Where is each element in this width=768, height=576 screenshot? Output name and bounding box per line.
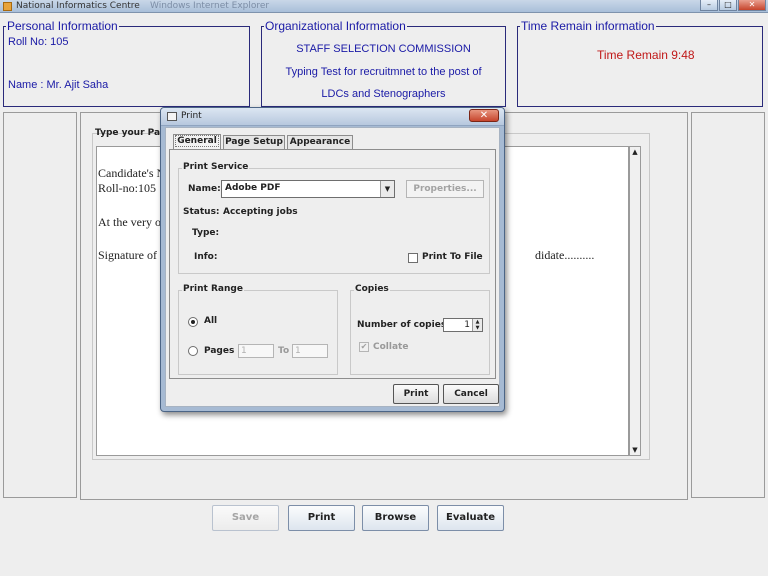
print-dialog-title: Print <box>181 111 202 121</box>
spinner-arrows-icon[interactable]: ▲ ▼ <box>472 319 482 331</box>
personal-info-panel: Personal Information Roll No: 105 Name :… <box>3 19 250 107</box>
collate-label: Collate <box>373 342 409 352</box>
print-range-title: Print Range <box>182 284 244 294</box>
general-tab-panel: Print Service Name: Adobe PDF ▼ Properti… <box>169 149 496 379</box>
post-names: LDCs and Stenographers <box>321 88 446 100</box>
roll-number: Roll No: 105 <box>8 36 69 48</box>
copies-spinner[interactable]: 1 ▲ ▼ <box>443 318 483 332</box>
time-remaining: Time Remain 9:48 <box>597 48 695 62</box>
collate-checkbox[interactable]: ✔ <box>359 342 369 352</box>
print-dialog-title-bar: Print ✕ <box>161 108 504 126</box>
test-description: Typing Test for recruitmnet to the post … <box>285 66 482 78</box>
left-column <box>3 112 77 498</box>
status-label: Status: <box>183 207 220 217</box>
candidate-name: Name : Mr. Ajit Saha <box>8 79 109 91</box>
copies-title: Copies <box>354 284 390 294</box>
scroll-down-icon[interactable]: ▼ <box>630 445 640 455</box>
tab-page-setup[interactable]: Page Setup <box>223 135 285 149</box>
window-title: National Informatics Centre <box>16 1 140 11</box>
org-info-legend: Organizational Information <box>264 19 407 33</box>
properties-button[interactable]: Properties... <box>406 180 484 198</box>
range-all-label: All <box>204 316 218 326</box>
time-info-legend: Time Remain information <box>520 19 656 33</box>
minimize-button[interactable]: – <box>700 0 718 11</box>
printer-name-value: Adobe PDF <box>225 183 281 193</box>
chevron-down-icon[interactable]: ▼ <box>380 181 394 197</box>
print-button[interactable]: Print <box>288 505 355 531</box>
evaluate-button[interactable]: Evaluate <box>437 505 504 531</box>
copies-group: Copies Number of copies: 1 ▲ ▼ ✔ Collate <box>350 284 490 375</box>
text-line: Signature of I <box>98 248 164 262</box>
text-line: At the very ou <box>98 215 167 229</box>
maximize-button[interactable]: □ <box>719 0 737 11</box>
range-pages-radio[interactable] <box>188 346 198 356</box>
print-to-file-checkbox[interactable] <box>408 253 418 263</box>
print-dialog-body: General Page Setup Appearance Print Serv… <box>165 127 500 407</box>
printer-name-dropdown[interactable]: Adobe PDF ▼ <box>221 180 395 198</box>
number-of-copies-label: Number of copies: <box>357 320 450 330</box>
dialog-print-button[interactable]: Print <box>393 384 439 404</box>
status-value: Accepting jobs <box>223 207 298 217</box>
pages-to-field[interactable]: 1 <box>292 344 328 358</box>
window-title-faded: Windows Internet Explorer <box>150 1 270 11</box>
copies-value: 1 <box>464 320 470 330</box>
print-service-title: Print Service <box>182 162 250 172</box>
time-info-panel: Time Remain information Time Remain 9:48 <box>517 19 763 107</box>
print-range-group: Print Range All Pages 1 To 1 <box>178 284 338 375</box>
print-service-group: Print Service Name: Adobe PDF ▼ Properti… <box>178 162 490 274</box>
type-label: Type: <box>192 228 220 238</box>
printer-icon <box>167 112 177 121</box>
window-title-bar: National Informatics Centre Windows Inte… <box>0 0 768 13</box>
dialog-cancel-button[interactable]: Cancel <box>443 384 499 404</box>
browse-button[interactable]: Browse <box>362 505 429 531</box>
range-all-radio[interactable] <box>188 317 198 327</box>
scroll-up-icon[interactable]: ▲ <box>630 147 640 157</box>
pages-to-label: To <box>278 346 290 356</box>
tab-appearance[interactable]: Appearance <box>287 135 353 149</box>
tab-general[interactable]: General <box>173 134 221 149</box>
pages-from-field[interactable]: 1 <box>238 344 274 358</box>
range-pages-label: Pages <box>204 346 235 356</box>
personal-info-legend: Personal Information <box>6 19 119 33</box>
org-name: STAFF SELECTION COMMISSION <box>296 43 471 55</box>
dialog-close-button[interactable]: ✕ <box>469 109 499 122</box>
printer-name-label: Name: <box>188 184 221 194</box>
print-dialog: Print ✕ General Page Setup Appearance Pr… <box>160 107 505 412</box>
textarea-scrollbar[interactable]: ▲ ▼ <box>629 146 641 456</box>
tab-general-label: General <box>175 135 219 147</box>
info-label: Info: <box>194 252 218 262</box>
org-info-panel: Organizational Information STAFF SELECTI… <box>261 19 506 107</box>
text-line: Roll-no:105 <box>98 181 157 195</box>
app-icon <box>3 2 12 11</box>
text-line: didate.......... <box>535 248 595 262</box>
window-close-button[interactable]: ✕ <box>738 0 766 11</box>
save-button[interactable]: Save <box>212 505 279 531</box>
right-column <box>691 112 765 498</box>
print-to-file-label: Print To File <box>422 252 483 262</box>
text-line: Candidate's N <box>98 166 166 180</box>
